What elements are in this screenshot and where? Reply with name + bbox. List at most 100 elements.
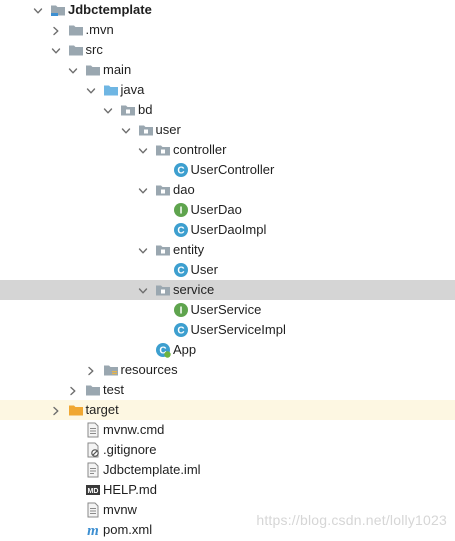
iml-file-icon <box>85 462 101 478</box>
tree-item-resources[interactable]: resources <box>0 360 455 380</box>
tree-item-dao[interactable]: dao <box>0 180 455 200</box>
tree-item-label: UserDaoImpl <box>190 222 267 237</box>
package-icon <box>120 102 136 118</box>
tree-item-label: UserServiceImpl <box>190 322 286 337</box>
tree-item-label: .mvn <box>85 22 114 37</box>
chevron-right-icon[interactable] <box>51 404 61 416</box>
tree-item-label: pom.xml <box>103 522 153 537</box>
tree-item-label: test <box>103 382 124 397</box>
package-icon <box>155 182 171 198</box>
chevron-down-icon[interactable] <box>138 244 148 254</box>
folder-icon <box>85 382 101 398</box>
source-folder-icon <box>103 82 119 98</box>
package-icon <box>155 142 171 158</box>
tree-item-gitignore[interactable]: .gitignore <box>0 440 455 460</box>
spring-app-icon: C <box>155 342 171 358</box>
chevron-down-icon[interactable] <box>103 104 113 114</box>
tree-item-userdao[interactable]: I UserDao <box>0 200 455 220</box>
tree-item-java[interactable]: java <box>0 80 455 100</box>
svg-text:m: m <box>87 523 99 538</box>
tree-item-label: Jdbctemplate <box>68 2 152 17</box>
tree-item-label: src <box>85 42 103 57</box>
tree-item-mvnw-cmd[interactable]: mvnw.cmd <box>0 420 455 440</box>
excluded-folder-icon <box>68 402 84 418</box>
tree-item-label: dao <box>173 182 195 197</box>
tree-item-label: main <box>103 62 132 77</box>
ignore-file-icon <box>85 442 101 458</box>
svg-text:MD: MD <box>88 488 99 495</box>
class-icon: C <box>173 222 189 238</box>
tree-item-label: bd <box>138 102 153 117</box>
tree-item-test[interactable]: test <box>0 380 455 400</box>
chevron-right-icon[interactable] <box>51 24 61 36</box>
tree-item-service[interactable]: service <box>0 280 455 300</box>
folder-icon <box>68 22 84 38</box>
tree-item-label: controller <box>173 142 227 157</box>
tree-item-jdbctemplate[interactable]: Jdbctemplate <box>0 0 455 20</box>
svg-text:I: I <box>179 306 182 317</box>
text-file-icon <box>85 422 101 438</box>
chevron-down-icon[interactable] <box>138 184 148 194</box>
maven-file-icon: m <box>85 522 101 539</box>
chevron-down-icon[interactable] <box>33 4 43 14</box>
folder-icon <box>85 62 101 78</box>
class-icon: C <box>173 262 189 278</box>
tree-item-label: service <box>173 282 215 297</box>
tree-item-label: UserController <box>190 162 275 177</box>
text-file-icon <box>85 502 101 518</box>
svg-text:C: C <box>177 326 184 337</box>
chevron-right-icon[interactable] <box>86 364 96 376</box>
chevron-down-icon[interactable] <box>121 124 131 134</box>
svg-text:I: I <box>179 206 182 217</box>
package-icon <box>138 122 154 138</box>
interface-icon: I <box>173 302 189 318</box>
tree-item-src[interactable]: src <box>0 40 455 60</box>
chevron-down-icon[interactable] <box>86 84 96 94</box>
tree-item-mvn[interactable]: .mvn <box>0 20 455 40</box>
tree-item-label: UserDao <box>190 202 242 217</box>
svg-text:C: C <box>177 266 184 277</box>
tree-item-label: mvnw <box>103 502 137 517</box>
tree-item-target[interactable]: target <box>0 400 455 420</box>
svg-text:C: C <box>177 166 184 177</box>
chevron-right-icon[interactable] <box>68 384 78 396</box>
tree-item-label: UserService <box>190 302 262 317</box>
chevron-down-icon[interactable] <box>51 44 61 54</box>
folder-icon <box>68 42 84 58</box>
tree-item-label: Jdbctemplate.iml <box>103 462 201 477</box>
svg-text:C: C <box>177 226 184 237</box>
tree-item-entity[interactable]: entity <box>0 240 455 260</box>
tree-item-label: mvnw.cmd <box>103 422 165 437</box>
tree-item-label: HELP.md <box>103 482 157 497</box>
package-icon <box>155 242 171 258</box>
tree-item-label: entity <box>173 242 205 257</box>
tree-item-label: resources <box>120 362 178 377</box>
tree-item-label: target <box>85 402 119 417</box>
tree-item-main[interactable]: main <box>0 60 455 80</box>
tree-item-label: .gitignore <box>103 442 157 457</box>
tree-item-help-md[interactable]: MD HELP.md <box>0 480 455 500</box>
chevron-down-icon[interactable] <box>138 284 148 294</box>
tree-item-controller[interactable]: controller <box>0 140 455 160</box>
tree-item-bd[interactable]: bd <box>0 100 455 120</box>
class-icon: C <box>173 322 189 338</box>
chevron-down-icon[interactable] <box>138 144 148 154</box>
tree-item-usercontroller[interactable]: C UserController <box>0 160 455 180</box>
tree-item-userdaoimpl[interactable]: C UserDaoImpl <box>0 220 455 240</box>
tree-item-userserviceimpl[interactable]: C UserServiceImpl <box>0 320 455 340</box>
tree-item-user[interactable]: user <box>0 120 455 140</box>
tree-item-label: user <box>155 122 181 137</box>
watermark: https://blog.csdn.net/lolly1023 <box>256 512 447 528</box>
class-icon: C <box>173 162 189 178</box>
tree-item-label: User <box>190 262 218 277</box>
tree-item-jdbctemplate-iml[interactable]: Jdbctemplate.iml <box>0 460 455 480</box>
interface-icon: I <box>173 202 189 218</box>
tree-item-userservice[interactable]: I UserService <box>0 300 455 320</box>
tree-item-label: java <box>120 82 145 97</box>
tree-item-user[interactable]: C User <box>0 260 455 280</box>
tree-item-label: App <box>173 342 197 357</box>
tree-item-app[interactable]: C App <box>0 340 455 360</box>
package-icon <box>155 282 171 298</box>
chevron-down-icon[interactable] <box>68 64 78 74</box>
project-folder-icon <box>50 2 66 18</box>
